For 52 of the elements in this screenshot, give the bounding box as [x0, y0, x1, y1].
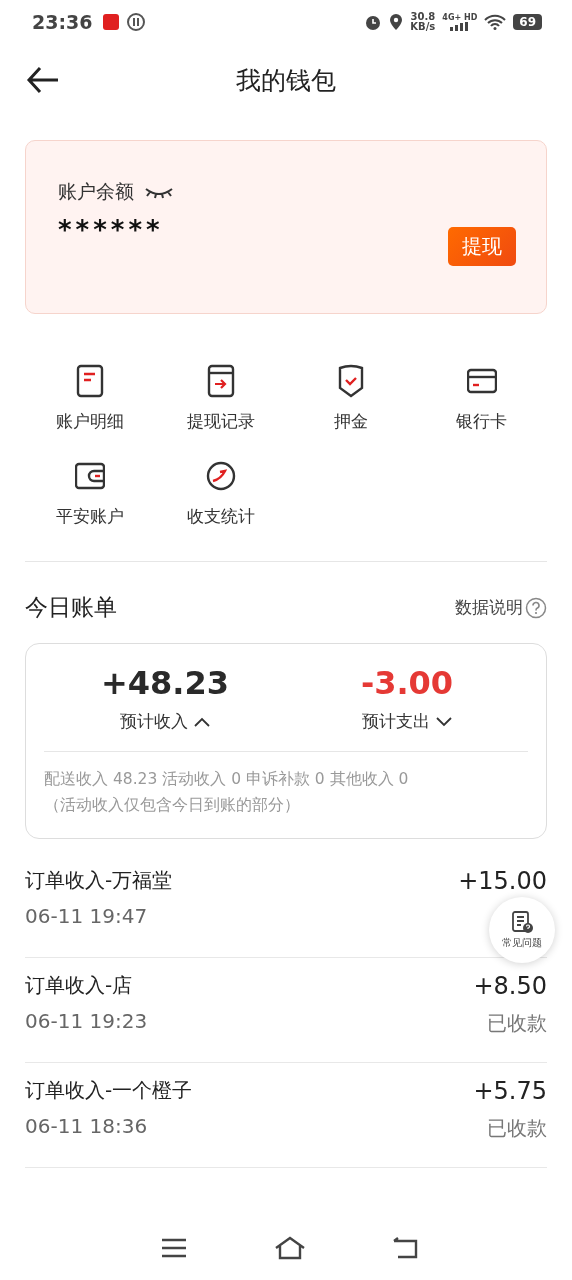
- page-title: 我的钱包: [236, 64, 336, 97]
- chevron-up-icon[interactable]: [194, 716, 210, 727]
- total-amount: -3.00: [360, 664, 454, 702]
- notification-icon: [126, 12, 147, 32]
- alarm-icon: [364, 13, 383, 31]
- menu-item[interactable]: 平安账户: [25, 459, 156, 528]
- menu-icon[interactable]: [161, 1238, 188, 1258]
- transaction-title: 订单收入-一个橙子: [25, 1077, 193, 1104]
- transaction-amount: +8.50: [473, 972, 547, 1000]
- transaction-time: 06-11 19:47: [25, 904, 149, 928]
- total-label: 预计支出: [362, 710, 430, 733]
- menu-item[interactable]: 收支统计: [155, 459, 286, 528]
- transaction-time: 06-11 18:36: [25, 1114, 149, 1138]
- back-arrow-icon[interactable]: [26, 66, 60, 94]
- transaction-time: 06-11 19:23: [25, 1009, 148, 1033]
- transaction-title: 订单收入-万福堂: [25, 867, 173, 894]
- back-icon[interactable]: [392, 1237, 419, 1259]
- gauge-icon: [205, 459, 236, 493]
- battery-indicator: 69: [513, 14, 542, 30]
- balance-label: 账户余额: [58, 179, 134, 204]
- status-time: 23:36: [32, 11, 93, 33]
- network-speed: 30.8: [410, 12, 436, 22]
- section-title: 今日账单: [25, 593, 117, 622]
- wifi-icon: [484, 14, 507, 30]
- closed-eye-icon[interactable]: [144, 185, 174, 199]
- balance-value: ******: [58, 215, 164, 245]
- faq-button[interactable]: 常见问题: [489, 897, 555, 963]
- app-notification-icon: [103, 14, 120, 30]
- withdraw-icon: [205, 364, 236, 398]
- location-icon: [389, 13, 404, 31]
- speed-unit: KB/s: [410, 22, 436, 32]
- help-icon[interactable]: [525, 596, 547, 619]
- network-type: 4G+ HD: [442, 13, 478, 22]
- transaction-status: 已收款: [487, 1115, 547, 1142]
- transaction-amount: +15.00: [458, 867, 547, 895]
- document-icon: [75, 364, 106, 398]
- transaction-amount: +5.75: [473, 1077, 547, 1105]
- total-label: 预计收入: [120, 710, 188, 733]
- transaction-title: 订单收入-店: [25, 972, 134, 999]
- chevron-down-icon[interactable]: [436, 716, 452, 727]
- signal-icon: [449, 22, 470, 31]
- income-breakdown: 配送收入 48.23 活动收入 0 申诉补款 0 其他收入 0: [44, 769, 410, 790]
- menu-item[interactable]: 押金: [286, 364, 417, 433]
- menu-item[interactable]: 账户明细: [25, 364, 156, 433]
- menu-item[interactable]: 提现记录: [155, 364, 286, 433]
- menu-item[interactable]: 银行卡: [416, 364, 547, 433]
- document-help-icon: [510, 910, 534, 934]
- transaction-status: 已收款: [487, 1010, 547, 1037]
- total-amount: +48.23: [101, 664, 229, 702]
- home-icon[interactable]: [274, 1236, 306, 1260]
- data-explanation-link[interactable]: 数据说明: [455, 596, 523, 619]
- breakdown-note: （活动收入仅包含今日到账的部分）: [44, 795, 301, 816]
